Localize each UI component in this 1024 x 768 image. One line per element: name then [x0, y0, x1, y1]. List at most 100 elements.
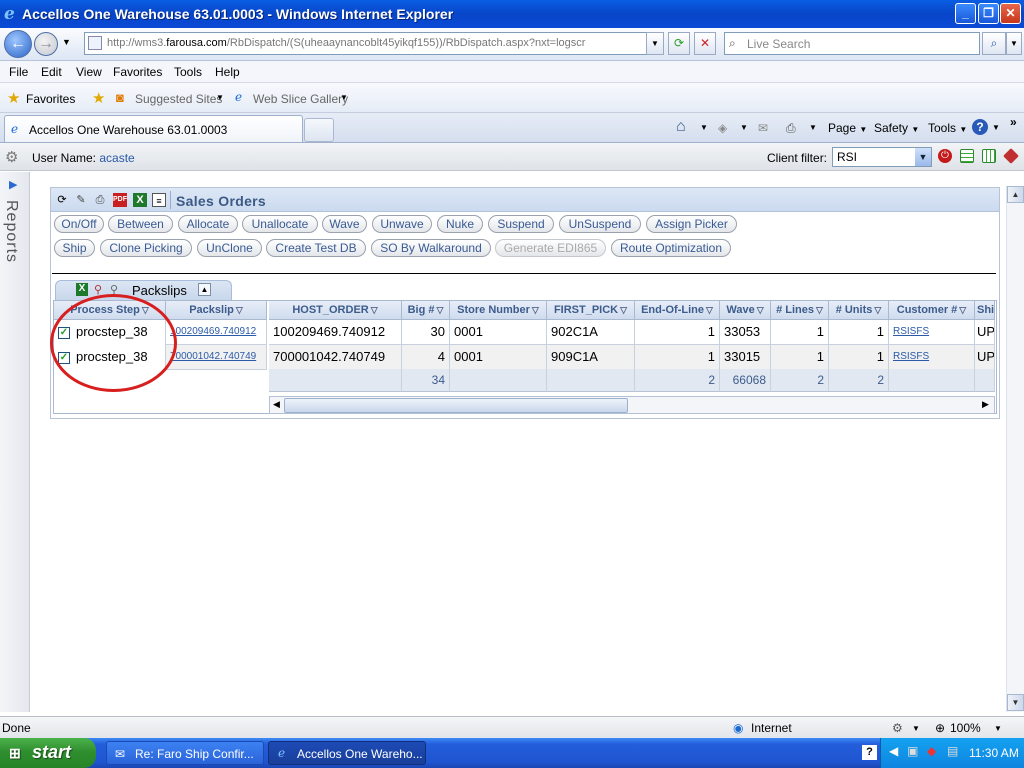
- col-ship[interactable]: Shi: [975, 301, 995, 320]
- page-menu[interactable]: Page ▼: [828, 121, 867, 135]
- unallocate-button[interactable]: Unallocate: [242, 215, 318, 233]
- web-slice-dropdown-icon[interactable]: ▼: [340, 93, 348, 102]
- col-lines[interactable]: # Lines ▽: [771, 301, 829, 320]
- edit-icon[interactable]: ✎: [74, 193, 88, 207]
- packslip-link[interactable]: 700001042.740749: [166, 345, 267, 370]
- tab-accellos[interactable]: e Accellos One Warehouse 63.01.0003: [4, 115, 303, 142]
- gear-icon[interactable]: ⚙: [5, 148, 18, 166]
- refresh-icon[interactable]: ⟳: [668, 32, 690, 55]
- col-end-of-line[interactable]: End-Of-Line ▽: [635, 301, 720, 320]
- taskbar-item-ie[interactable]: e Accellos One Wareho...: [268, 741, 426, 765]
- favorites-button[interactable]: Favorites: [26, 92, 75, 106]
- expand-arrow-icon[interactable]: ▶: [9, 178, 17, 191]
- route-optimization-button[interactable]: Route Optimization: [611, 239, 731, 257]
- history-dropdown-icon[interactable]: ▼: [62, 37, 71, 47]
- filter-icon[interactable]: ▽: [874, 305, 881, 315]
- scroll-down-icon[interactable]: ▼: [1007, 694, 1024, 711]
- taskbar-item-mail[interactable]: ✉ Re: Faro Ship Confir...: [106, 741, 264, 765]
- back-button[interactable]: ←: [4, 30, 32, 58]
- packslip-link[interactable]: 100209469.740912: [166, 320, 267, 345]
- search-button[interactable]: ⌕: [982, 32, 1006, 55]
- address-bar[interactable]: http://wms3.farousa.com/RbDispatch/(S(uh…: [84, 32, 664, 55]
- customer-link[interactable]: RSISFS: [889, 320, 975, 345]
- filter-icon[interactable]: ▽: [959, 305, 966, 315]
- col-first-pick[interactable]: FIRST_PICK ▽: [547, 301, 635, 320]
- menu-tools[interactable]: Tools: [174, 65, 202, 79]
- suggested-sites-link[interactable]: Suggested Sites: [135, 92, 222, 106]
- horizontal-scrollbar[interactable]: ◀ ▶: [269, 396, 995, 414]
- protected-dropdown-icon[interactable]: ▼: [912, 724, 920, 733]
- so-by-walkaround-button[interactable]: SO By Walkaround: [371, 239, 491, 257]
- add-favorite-icon[interactable]: ★: [92, 89, 105, 107]
- feeds-dropdown-icon[interactable]: ▼: [740, 123, 748, 132]
- col-big[interactable]: Big # ▽: [402, 301, 450, 320]
- customer-link[interactable]: RSISFS: [889, 345, 975, 370]
- help-icon[interactable]: ?: [972, 119, 988, 135]
- web-slice-gallery-link[interactable]: Web Slice Gallery: [253, 92, 348, 106]
- unwave-button[interactable]: Unwave: [372, 215, 432, 233]
- stop-icon[interactable]: ✕: [694, 32, 716, 55]
- reports-sidebar[interactable]: ▶ Reports: [0, 172, 30, 712]
- clone-picking-button[interactable]: Clone Picking: [100, 239, 192, 257]
- package-icon[interactable]: [1003, 148, 1019, 164]
- tools-menu[interactable]: Tools ▼: [928, 121, 967, 135]
- scroll-right-icon[interactable]: ▶: [982, 399, 989, 410]
- ship-button[interactable]: Ship: [54, 239, 95, 257]
- vertical-scrollbar[interactable]: ▲ ▼: [1006, 186, 1024, 712]
- unclone-button[interactable]: UnClone: [197, 239, 262, 257]
- unsuspend-button[interactable]: UnSuspend: [559, 215, 641, 233]
- grid-edit-icon[interactable]: [982, 149, 996, 163]
- menu-view[interactable]: View: [76, 65, 102, 79]
- pdf-icon[interactable]: PDF: [113, 193, 127, 207]
- wave-button[interactable]: Wave: [322, 215, 367, 233]
- excel-export-icon[interactable]: X: [76, 283, 88, 296]
- menu-favorites[interactable]: Favorites: [113, 65, 162, 79]
- suspend-button[interactable]: Suspend: [488, 215, 554, 233]
- zoom-level[interactable]: 100%: [950, 721, 981, 735]
- menu-help[interactable]: Help: [215, 65, 240, 79]
- feeds-icon[interactable]: ◈: [718, 121, 727, 135]
- filter-icon[interactable]: ▽: [532, 305, 539, 315]
- scroll-up-icon[interactable]: ▲: [1007, 186, 1024, 203]
- more-commands-icon[interactable]: »: [1010, 115, 1017, 129]
- help-dropdown-icon[interactable]: ▼: [992, 123, 1000, 132]
- col-host-order[interactable]: HOST_ORDER ▽: [269, 301, 402, 320]
- create-test-db-button[interactable]: Create Test DB: [266, 239, 366, 257]
- network-icon[interactable]: ▣: [907, 744, 918, 758]
- collapse-icon[interactable]: ▲: [198, 283, 211, 296]
- print-icon[interactable]: ⎙: [786, 121, 796, 136]
- home-icon[interactable]: ⌂: [676, 118, 686, 136]
- zoom-icon[interactable]: ⊕: [935, 721, 945, 735]
- allocate-button[interactable]: Allocate: [178, 215, 238, 233]
- user-name-link[interactable]: acaste: [99, 151, 134, 165]
- mail-icon[interactable]: ✉: [758, 121, 768, 135]
- filter-icon[interactable]: ▽: [816, 305, 823, 315]
- col-customer[interactable]: Customer # ▽: [889, 301, 975, 320]
- col-store-number[interactable]: Store Number ▽: [450, 301, 547, 320]
- excel-icon[interactable]: X: [133, 193, 147, 207]
- on-off-button[interactable]: On/Off: [54, 215, 104, 233]
- restore-button[interactable]: ❐: [978, 3, 999, 24]
- assign-picker-button[interactable]: Assign Picker: [646, 215, 737, 233]
- safety-menu[interactable]: Safety ▼: [874, 121, 919, 135]
- forward-button[interactable]: →: [34, 32, 58, 56]
- col-wave[interactable]: Wave ▽: [720, 301, 771, 320]
- col-units[interactable]: # Units ▽: [829, 301, 889, 320]
- scrollbar-thumb[interactable]: [284, 398, 628, 413]
- filter-icon[interactable]: ▽: [757, 305, 764, 315]
- protected-mode-icon[interactable]: ⚙: [892, 721, 903, 735]
- scroll-left-icon[interactable]: ◀: [273, 399, 280, 410]
- home-dropdown-icon[interactable]: ▼: [700, 123, 708, 132]
- col-packslip[interactable]: Packslip ▽: [166, 301, 267, 320]
- menu-file[interactable]: File: [9, 65, 28, 79]
- display-icon[interactable]: ▤: [947, 744, 958, 758]
- menu-edit[interactable]: Edit: [41, 65, 62, 79]
- filter-icon[interactable]: ▽: [706, 305, 713, 315]
- tray-arrow-icon[interactable]: ◀: [889, 744, 898, 758]
- help-tray-icon[interactable]: ?: [862, 745, 877, 760]
- search-input[interactable]: ⌕ Live Search: [724, 32, 980, 55]
- filter-icon[interactable]: ▽: [371, 305, 378, 315]
- power-icon[interactable]: ⏻: [938, 149, 952, 163]
- minimize-button[interactable]: _: [955, 3, 976, 24]
- search-options-icon[interactable]: ▼: [1006, 32, 1022, 55]
